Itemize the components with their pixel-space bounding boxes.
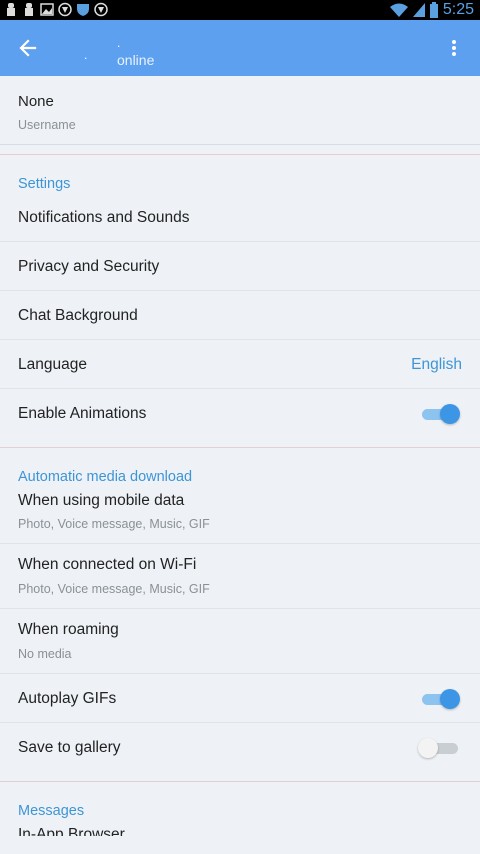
status-bar: 5:25	[0, 0, 480, 20]
username-value: None	[18, 93, 54, 110]
toggle-thumb	[418, 738, 438, 758]
signal-icon	[412, 3, 425, 17]
wifi-row[interactable]: When connected on Wi-Fi Photo, Voice mes…	[0, 544, 480, 609]
notifications-sounds-row[interactable]: Notifications and Sounds	[0, 193, 480, 242]
row-label: Autoplay GIFs	[18, 690, 117, 707]
autoplay-gifs-toggle[interactable]	[418, 688, 462, 710]
status-bar-system: 5:25	[389, 1, 474, 19]
notification-icon	[7, 3, 15, 16]
arrow-back-icon	[19, 39, 37, 57]
row-label: Save to gallery	[18, 739, 121, 756]
vpn-icon	[77, 4, 89, 16]
in-app-browser-row[interactable]: In-App Browser	[0, 820, 480, 836]
settings-header-text: Settings	[18, 176, 71, 192]
image-icon	[40, 3, 54, 16]
chat-title: .	[117, 36, 121, 50]
chat-status: online	[117, 52, 155, 68]
row-label: When connected on Wi-Fi	[18, 556, 197, 573]
android-icon	[94, 2, 108, 17]
shield-icon	[58, 2, 72, 17]
row-sublabel: No media	[18, 647, 72, 661]
save-to-gallery-row[interactable]: Save to gallery	[0, 723, 480, 772]
privacy-security-row[interactable]: Privacy and Security	[0, 242, 480, 291]
chat-title-extra: .	[84, 48, 88, 62]
messages-section-header: Messages	[0, 782, 480, 820]
settings-list: None Username Settings Notifications and…	[0, 76, 480, 836]
status-time: 5:25	[442, 1, 474, 18]
more-vert-icon	[452, 40, 456, 56]
row-sublabel: Photo, Voice message, Music, GIF	[18, 517, 210, 531]
mobile-data-row[interactable]: When using mobile data Photo, Voice mess…	[0, 486, 480, 544]
toggle-thumb	[440, 689, 460, 709]
toggle-thumb	[440, 404, 460, 424]
status-bar-notifications	[4, 2, 108, 17]
section-divider	[0, 772, 480, 782]
media-section-header: Automatic media download	[0, 448, 480, 486]
messages-header-text: Messages	[18, 803, 85, 819]
row-label: Privacy and Security	[18, 258, 160, 275]
section-divider	[0, 438, 480, 448]
battery-icon	[429, 2, 438, 18]
username-label: Username	[18, 118, 76, 132]
roaming-row[interactable]: When roaming No media	[0, 609, 480, 674]
autoplay-gifs-row[interactable]: Autoplay GIFs	[0, 674, 480, 723]
row-label: In-App Browser	[18, 826, 125, 836]
row-label: Language	[18, 356, 87, 373]
app-bar: . . online	[0, 20, 480, 76]
settings-section-header: Settings	[0, 155, 480, 193]
row-label: When using mobile data	[18, 492, 185, 509]
wifi-icon	[389, 3, 408, 17]
chat-background-row[interactable]: Chat Background	[0, 291, 480, 340]
enable-animations-row[interactable]: Enable Animations	[0, 389, 480, 438]
row-label: When roaming	[18, 621, 119, 638]
row-sublabel: Photo, Voice message, Music, GIF	[18, 582, 210, 596]
username-row[interactable]: None Username	[0, 76, 480, 145]
section-divider	[0, 145, 480, 155]
row-label: Chat Background	[18, 307, 138, 324]
back-button[interactable]	[10, 30, 46, 66]
row-label: Notifications and Sounds	[18, 209, 190, 226]
enable-animations-toggle[interactable]	[418, 403, 462, 425]
save-to-gallery-toggle[interactable]	[418, 737, 462, 759]
row-label: Enable Animations	[18, 405, 147, 422]
language-value: English	[411, 356, 462, 373]
media-header-text: Automatic media download	[18, 469, 193, 485]
language-row[interactable]: Language English	[0, 340, 480, 389]
more-options-button[interactable]	[438, 32, 470, 64]
notification-icon	[25, 3, 33, 16]
